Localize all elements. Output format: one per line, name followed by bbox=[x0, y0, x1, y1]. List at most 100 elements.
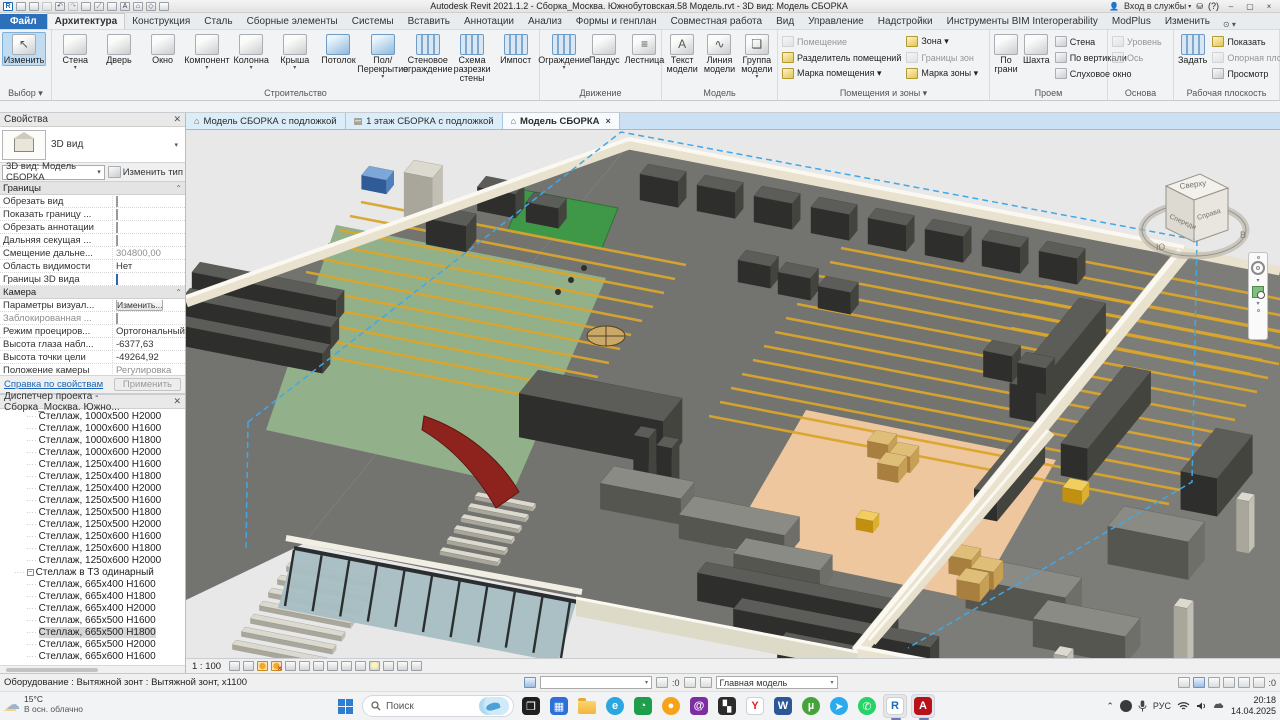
tree-item-row[interactable]: ····Стеллаж, 1250x500 H1800 bbox=[0, 506, 185, 518]
tree-item-label[interactable]: Стеллаж, 1250x400 H1600 bbox=[39, 459, 162, 470]
tree-item-row[interactable]: ····Стеллаж, 1250x500 H2000 bbox=[0, 518, 185, 530]
taskbar-app-utorrent[interactable]: µ bbox=[799, 694, 823, 718]
taskbar-app-store[interactable]: ▦ bbox=[547, 694, 571, 718]
tree-item-label[interactable]: Стеллаж, 1000x600 H1600 bbox=[39, 423, 162, 434]
потолок-button[interactable]: Потолок bbox=[317, 32, 360, 66]
scrollbar-thumb[interactable] bbox=[6, 668, 98, 672]
ribbon-tab-modplus[interactable]: ModPlus bbox=[1105, 14, 1158, 29]
пандус-button[interactable]: Пандус bbox=[587, 32, 622, 66]
property-value[interactable]: -6377,63 bbox=[113, 339, 185, 350]
импост-button[interactable]: Импост bbox=[494, 32, 537, 66]
view-tab[interactable]: ▤1 этаж СБОРКА с подложкой bbox=[346, 113, 503, 129]
project-browser-header[interactable]: Диспетчер проекта - Сборка_Москва. Южно.… bbox=[0, 395, 185, 409]
tree-item-row[interactable]: ····Стеллаж, 665x400 H2000 bbox=[0, 602, 185, 614]
worksets-dialog-icon[interactable] bbox=[684, 677, 696, 688]
ribbon-tab-формы-и-генплан[interactable]: Формы и генплан bbox=[569, 14, 664, 29]
onedrive-icon[interactable] bbox=[1213, 701, 1225, 711]
cart-icon[interactable]: ⛁ bbox=[1196, 2, 1203, 11]
марка-зоны-button[interactable]: Марка зоны ▾ bbox=[904, 66, 980, 81]
restore-button[interactable]: ▢ bbox=[1243, 2, 1257, 11]
revit-logo-icon[interactable]: R bbox=[3, 2, 13, 11]
tree-item-row[interactable]: ····Стеллаж, 665x400 H1800 bbox=[0, 590, 185, 602]
quick-access-toolbar[interactable]: R ↶ ↷ ⟋ A ⌂ ◇ bbox=[0, 2, 169, 11]
tree-item-label[interactable]: Стеллаж, 665x500 H1600 bbox=[39, 615, 156, 626]
open-icon[interactable] bbox=[16, 2, 26, 11]
tree-item-row[interactable]: ····Стеллаж, 1000x600 H1800 bbox=[0, 434, 185, 446]
close-button[interactable]: × bbox=[1262, 2, 1276, 11]
temporary-view-properties-icon[interactable] bbox=[383, 661, 394, 671]
tree-item-label[interactable]: Стеллаж, 1250x400 H1800 bbox=[39, 471, 162, 482]
property-value[interactable]: 304800,00 bbox=[113, 248, 185, 259]
3d-model-view[interactable] bbox=[186, 130, 1280, 658]
edit-button[interactable]: Изменить... bbox=[116, 300, 163, 311]
ribbon-tab-конструкция[interactable]: Конструкция bbox=[125, 14, 197, 29]
property-value[interactable] bbox=[113, 222, 185, 233]
дверь-button[interactable]: Дверь bbox=[98, 32, 141, 66]
ribbon-tab-сборные-элементы[interactable]: Сборные элементы bbox=[240, 14, 345, 29]
taskbar-app-yandex[interactable]: Y bbox=[743, 694, 767, 718]
ribbon-tab-управление[interactable]: Управление bbox=[801, 14, 871, 29]
taskbar-app-telegram[interactable]: ➤ bbox=[827, 694, 851, 718]
apply-button[interactable]: Применить bbox=[114, 378, 181, 391]
analytic-model-icon[interactable] bbox=[411, 661, 422, 671]
render-dialog-icon[interactable] bbox=[299, 661, 310, 671]
reveal-hidden-icon[interactable] bbox=[369, 661, 380, 671]
taskbar-app-autocad[interactable]: A bbox=[911, 694, 935, 718]
taskbar-app-green-app[interactable]: ◔ bbox=[631, 694, 655, 718]
sun-on-icon[interactable] bbox=[257, 661, 268, 671]
property-value[interactable] bbox=[113, 274, 185, 285]
language-indicator[interactable]: РУС bbox=[1153, 701, 1171, 711]
колонна-button[interactable]: Колонна▾ bbox=[230, 32, 273, 72]
tree-item-row[interactable]: ····Стеллаж, 1000x600 H2000 bbox=[0, 446, 185, 458]
type-selector-preview[interactable]: 3D вид ▾ bbox=[0, 127, 185, 163]
checkbox[interactable] bbox=[116, 274, 118, 285]
crop-view-icon[interactable] bbox=[313, 661, 324, 671]
default-3d-view-icon[interactable]: ⌂ bbox=[133, 2, 143, 11]
help-menu[interactable]: (?) bbox=[1208, 1, 1219, 11]
tree-item-row[interactable]: ····Стеллаж, 1250x400 H1800 bbox=[0, 470, 185, 482]
tree-item-label[interactable]: Стеллаж, 665x400 H2000 bbox=[39, 603, 156, 614]
tree-item-label[interactable]: Стеллаж, 1000x600 H1800 bbox=[39, 435, 162, 446]
wifi-icon[interactable] bbox=[1177, 701, 1190, 711]
tree-item-label[interactable]: Стеллаж, 1250x500 H2000 bbox=[39, 519, 162, 530]
print-icon[interactable] bbox=[81, 2, 91, 11]
measure-icon[interactable]: ⟋ bbox=[94, 2, 104, 11]
text-icon[interactable]: A bbox=[120, 2, 130, 11]
tree-item-label[interactable]: Стеллаж, 665x600 H1600 bbox=[39, 651, 156, 662]
drawing-area[interactable]: Ю В Сверху Спереди Справа ▾ bbox=[186, 130, 1280, 658]
minimize-button[interactable]: – bbox=[1224, 2, 1238, 11]
sun-off-icon[interactable] bbox=[271, 661, 282, 671]
ribbon-tab-системы[interactable]: Системы bbox=[345, 14, 401, 29]
окно-button[interactable]: Окно bbox=[141, 32, 184, 66]
editable-only-icon[interactable] bbox=[524, 677, 536, 688]
tree-item-label[interactable]: Стеллаж, 1250x500 H1800 bbox=[39, 507, 162, 518]
tree-item-row[interactable]: ····Стеллаж, 1250x600 H1600 bbox=[0, 530, 185, 542]
текст-модели-button[interactable]: AТекст модели bbox=[664, 32, 700, 75]
show-crop-icon[interactable] bbox=[327, 661, 338, 671]
section-icon[interactable]: ◇ bbox=[146, 2, 156, 11]
zoom-icon[interactable] bbox=[1252, 286, 1264, 298]
tree-item-row[interactable]: ····Стеллаж, 665x500 H1800 bbox=[0, 626, 185, 638]
design-options-icon[interactable] bbox=[700, 677, 712, 688]
шахта-button[interactable]: Шахта bbox=[1021, 32, 1052, 66]
edit-type-button[interactable]: Изменить тип bbox=[108, 166, 183, 178]
tree-item-label[interactable]: Стеллаж, 1000x600 H2000 bbox=[39, 447, 162, 458]
tree-item-label[interactable]: Стеллаж, 1250x400 H2000 bbox=[39, 483, 162, 494]
tree-item-row[interactable]: ····Стеллаж, 665x500 H2000 bbox=[0, 638, 185, 650]
detail-level-icon[interactable] bbox=[229, 661, 240, 671]
ribbon-tab-вставить[interactable]: Вставить bbox=[401, 14, 457, 29]
property-value[interactable]: Изменить... bbox=[113, 300, 185, 311]
unlocked-view-icon[interactable] bbox=[341, 661, 352, 671]
изменить-button[interactable]: ↖Изменить bbox=[2, 32, 46, 66]
tree-item-label[interactable]: Стеллаж, 1250x600 H1800 bbox=[39, 543, 162, 554]
taskbar-app-task-view[interactable]: ❒ bbox=[519, 694, 543, 718]
линия-модели-button[interactable]: ∿Линия модели bbox=[701, 32, 737, 75]
press-drag-icon[interactable] bbox=[1193, 677, 1205, 688]
search-box[interactable]: Поиск bbox=[362, 695, 514, 717]
пол-перекрытие-button[interactable]: Пол/Перекрытие▾ bbox=[361, 32, 405, 81]
sign-in-button[interactable]: Вход в службы▾ bbox=[1124, 1, 1191, 11]
ribbon-tab-аннотации[interactable]: Аннотации bbox=[457, 14, 521, 29]
tab-overflow-menu[interactable]: ⊙ ▾ bbox=[1223, 20, 1236, 29]
taskbar-app-instagram[interactable]: @ bbox=[687, 694, 711, 718]
exclude-options-icon[interactable] bbox=[1178, 677, 1190, 688]
